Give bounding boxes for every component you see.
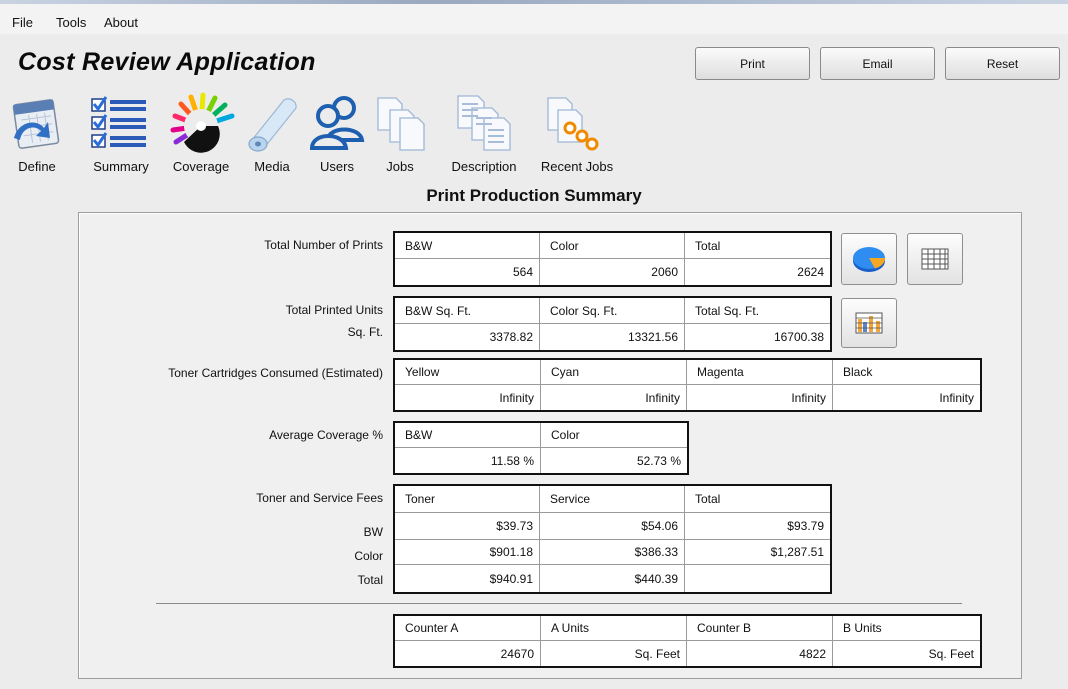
table-cell: $54.06 bbox=[540, 513, 685, 540]
table-cell: 13321.56 bbox=[540, 324, 685, 350]
document-lines-icon bbox=[457, 95, 511, 151]
toolbar-summary[interactable]: Summary bbox=[86, 92, 156, 176]
toolbar-jobs[interactable]: Jobs bbox=[374, 92, 426, 176]
menu-about[interactable]: About bbox=[104, 15, 138, 30]
table-cell: $440.39 bbox=[540, 565, 685, 592]
section-title: Print Production Summary bbox=[426, 186, 642, 205]
table-cell: $1,287.51 bbox=[685, 540, 830, 565]
color-wheel-icon bbox=[170, 92, 235, 153]
column-header: Black bbox=[833, 360, 980, 385]
grid-chart-icon bbox=[855, 312, 883, 334]
menu-file[interactable]: File bbox=[12, 15, 33, 30]
toolbar-label: Users bbox=[320, 159, 354, 174]
menu-bar: File Tools About bbox=[0, 4, 1068, 34]
toolbar-label: Coverage bbox=[172, 159, 230, 174]
column-header: Toner bbox=[395, 486, 540, 513]
pie-chart-button[interactable] bbox=[841, 233, 897, 285]
fees-table: Toner Service Total $39.73 $54.06 $93.79… bbox=[393, 484, 832, 594]
table-cell: 3378.82 bbox=[395, 324, 540, 350]
toner-cartridges-table: Yellow Cyan Magenta Black Infinity Infin… bbox=[393, 358, 982, 412]
fees-row-label-color: Color bbox=[354, 549, 383, 563]
checklist-icon bbox=[91, 96, 146, 148]
average-coverage-table: B&W Color 11.58 % 52.73 % bbox=[393, 421, 689, 475]
documents-icon bbox=[377, 97, 425, 151]
table-cell: 16700.38 bbox=[773, 330, 824, 344]
toolbar-recent-jobs[interactable]: Recent Jobs bbox=[534, 92, 620, 176]
table-cell: $93.79 bbox=[685, 513, 830, 540]
table-cell: 11.58 % bbox=[395, 448, 541, 473]
table-cell bbox=[685, 565, 830, 592]
toner-cartridges-label: Toner Cartridges Consumed (Estimated) bbox=[168, 366, 383, 380]
recent-documents-icon bbox=[547, 97, 599, 151]
calendar-refresh-icon bbox=[12, 99, 60, 149]
table-cell: Infinity bbox=[395, 385, 541, 410]
reset-button[interactable]: Reset bbox=[945, 47, 1060, 80]
counters-table: Counter A A Units Counter B B Units 2467… bbox=[393, 614, 982, 668]
printed-units-label: Total Printed Units bbox=[285, 303, 383, 317]
toolbar-media[interactable]: Media bbox=[244, 92, 300, 176]
section-divider bbox=[156, 603, 962, 604]
fees-row-label-total: Total bbox=[357, 573, 383, 587]
toolbar-users[interactable]: Users bbox=[306, 92, 368, 176]
toolbar-label: Description bbox=[451, 159, 517, 174]
pie-chart-icon bbox=[853, 247, 886, 272]
column-header: B&W bbox=[395, 233, 540, 259]
column-header: Color bbox=[540, 233, 685, 259]
toolbar-define[interactable]: Define bbox=[8, 92, 66, 176]
table-cell: 52.73 % bbox=[636, 453, 681, 468]
table-cell: Sq. Feet bbox=[541, 641, 687, 666]
table-cell: 24670 bbox=[395, 641, 541, 666]
table-cell: 564 bbox=[395, 259, 540, 285]
grid-view-button[interactable] bbox=[907, 233, 963, 285]
toolbar-label: Media bbox=[254, 159, 290, 174]
users-icon bbox=[309, 96, 365, 150]
table-cell: 2060 bbox=[540, 259, 685, 285]
grid-table-icon bbox=[921, 248, 949, 270]
column-header: Total bbox=[685, 233, 830, 259]
total-prints-table: B&W Color Total 564 2060 2624 bbox=[393, 231, 832, 287]
total-prints-label: Total Number of Prints bbox=[264, 238, 383, 252]
menu-tools[interactable]: Tools bbox=[56, 15, 86, 30]
email-button[interactable]: Email bbox=[820, 47, 935, 80]
toolbar-label: Jobs bbox=[386, 159, 414, 174]
printed-units-sublabel: Sq. Ft. bbox=[347, 325, 383, 339]
column-header: Yellow bbox=[395, 360, 541, 385]
column-header: Service bbox=[540, 486, 685, 513]
column-header: Total Sq. Ft. bbox=[685, 298, 830, 324]
toolbar-coverage[interactable]: Coverage bbox=[164, 92, 238, 176]
column-header: B&W bbox=[395, 423, 541, 448]
column-chart-button[interactable] bbox=[841, 298, 897, 348]
fees-row-label-bw: BW bbox=[363, 525, 383, 539]
column-header: B Units bbox=[833, 616, 980, 641]
table-cell: Infinity bbox=[541, 385, 687, 410]
table-cell: $39.73 bbox=[395, 513, 540, 540]
column-header: Color Sq. Ft. bbox=[540, 298, 685, 324]
toolbar-label: Summary bbox=[93, 159, 149, 174]
table-cell: $386.33 bbox=[540, 540, 685, 565]
toolbar-description[interactable]: Description bbox=[440, 92, 528, 176]
table-cell: 4822 bbox=[687, 641, 833, 666]
column-header: Magenta bbox=[687, 360, 833, 385]
table-cell: $901.18 bbox=[395, 540, 540, 565]
printed-units-table: B&W Sq. Ft. Color Sq. Ft. Total Sq. Ft. … bbox=[393, 296, 832, 352]
app-title: Cost Review Application bbox=[18, 48, 316, 76]
table-cell: $940.91 bbox=[395, 565, 540, 592]
paper-roll-icon bbox=[248, 98, 297, 152]
column-header: Color bbox=[541, 423, 687, 448]
table-cell: Sq. Feet bbox=[928, 646, 974, 661]
column-header: A Units bbox=[541, 616, 687, 641]
column-header: Counter B bbox=[687, 616, 833, 641]
toolbar-label: Recent Jobs bbox=[540, 159, 614, 174]
table-cell: 2624 bbox=[797, 265, 824, 279]
print-button[interactable]: Print bbox=[695, 47, 810, 80]
table-cell: Infinity bbox=[939, 390, 974, 405]
fees-label: Toner and Service Fees bbox=[256, 491, 383, 505]
column-header: B&W Sq. Ft. bbox=[395, 298, 540, 324]
toolbar-label: Define bbox=[18, 159, 56, 174]
average-coverage-label: Average Coverage % bbox=[269, 428, 383, 442]
column-header: Total bbox=[685, 486, 830, 513]
column-header: Cyan bbox=[541, 360, 687, 385]
column-header: Counter A bbox=[395, 616, 541, 641]
table-cell: Infinity bbox=[687, 385, 833, 410]
